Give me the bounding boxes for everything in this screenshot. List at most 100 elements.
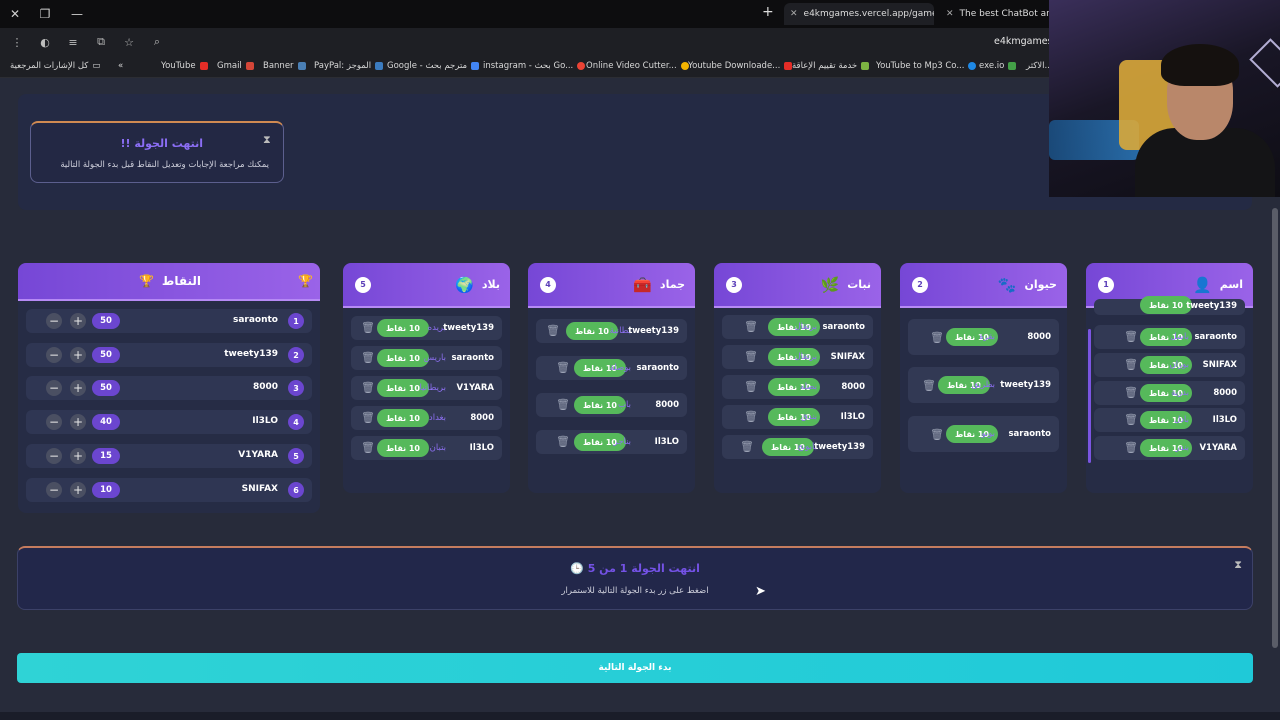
answer-row: 🗑 10 نقاط باب 8000: [536, 393, 687, 417]
close-window-icon[interactable]: ✕: [0, 0, 30, 28]
bookmark-youtube[interactable]: YouTube: [161, 61, 208, 71]
points-badge[interactable]: 10 نقاط: [377, 349, 429, 367]
answer-row: 🗑 10 نقاط بريده tweety139: [351, 316, 502, 340]
trash-icon[interactable]: 🗑: [1124, 386, 1138, 399]
trash-icon[interactable]: 🗑: [556, 361, 570, 374]
score-value: 15: [92, 448, 120, 464]
points-badge[interactable]: 10 نقاط: [377, 319, 429, 337]
answer-player: V1YARA: [1199, 443, 1237, 453]
restore-window-icon[interactable]: ❐: [30, 0, 60, 28]
bookmark-banner[interactable]: Banner: [263, 61, 306, 71]
score-row: − + 15 V1YARA 5: [26, 444, 312, 468]
increase-score-button[interactable]: +: [70, 482, 86, 498]
points-badge[interactable]: 10 نقاط: [377, 409, 429, 427]
bookmark-exe-io[interactable]: exe.io: [979, 61, 1017, 71]
score-value: 50: [92, 347, 120, 363]
bookmark-star-icon[interactable]: ☆: [118, 31, 140, 53]
trash-icon[interactable]: 🗑: [546, 324, 560, 337]
increase-score-button[interactable]: +: [70, 313, 86, 329]
bookmark-all[interactable]: كل الإشارات المرجعية ▭: [10, 61, 100, 71]
bottom-strip: [0, 712, 1280, 720]
bookmark-instagram[interactable]: instagram - بحث Go...: [483, 61, 586, 71]
trash-icon[interactable]: 🗑: [744, 350, 758, 363]
points-badge[interactable]: 10 نقاط: [377, 439, 429, 457]
bookmark-paypal[interactable]: PayPal: الموجز: [314, 61, 384, 71]
scroll-indicator[interactable]: [1088, 329, 1091, 463]
decrease-score-button[interactable]: −: [46, 347, 62, 363]
answer-player: Il3LO: [469, 443, 494, 453]
tab-e4kmgames[interactable]: ✕ e4kmgames.vercel.app/games/: [784, 3, 934, 25]
answer-word: برتقال: [794, 352, 818, 362]
increase-score-button[interactable]: +: [70, 347, 86, 363]
decrease-score-button[interactable]: −: [46, 380, 62, 396]
close-tab-icon[interactable]: ✕: [946, 9, 954, 19]
profile-icon[interactable]: ◐: [34, 31, 56, 53]
trash-icon[interactable]: 🗑: [1124, 330, 1138, 343]
trash-icon[interactable]: 🗑: [922, 379, 936, 392]
trash-icon[interactable]: 🗑: [1124, 441, 1138, 454]
category-title: جماد: [659, 278, 685, 291]
trash-icon[interactable]: 🗑: [930, 428, 944, 441]
bookmarks-overflow-icon[interactable]: «: [118, 61, 123, 71]
increase-score-button[interactable]: +: [70, 448, 86, 464]
bookmark-video-cutter[interactable]: Online Video Cutter...: [586, 61, 689, 71]
bookmark-disability-service[interactable]: خدمة تقييم الإعاقة: [792, 61, 870, 71]
rank-badge: 1: [288, 313, 304, 329]
bookmark-youtube-mp3[interactable]: YouTube to Mp3 Co...: [876, 61, 977, 71]
increase-score-button[interactable]: +: [70, 414, 86, 430]
category-column-thing: 4 جماد 🧰 🗑 10 نقاط بطانية tweety139 🗑 10 …: [528, 263, 695, 493]
trash-icon[interactable]: 🗑: [361, 381, 375, 394]
rank-badge: 6: [288, 482, 304, 498]
answer-word: بوبو: [981, 429, 995, 439]
bookmark-google-translate[interactable]: Google - مترجم بحث: [387, 61, 480, 71]
close-tab-icon[interactable]: ✕: [790, 9, 798, 19]
mouse-cursor-icon: ➤: [755, 584, 766, 599]
category-number: 2: [912, 276, 928, 293]
category-number: 5: [355, 276, 371, 293]
category-column-name: 1 اسم 👤 10 نقاط tweety139 🗑 10 نقاط باسل …: [1086, 263, 1253, 493]
trash-icon[interactable]: 🗑: [740, 440, 754, 453]
points-badge[interactable]: 10 نقاط: [1140, 296, 1192, 314]
search-icon[interactable]: ⌕: [146, 31, 168, 53]
score-row: − + 50 saraonto 1: [26, 309, 312, 333]
extensions-icon[interactable]: ⧉: [90, 31, 112, 53]
new-tab-button[interactable]: +: [762, 4, 774, 20]
bookmark-youtube-downloader[interactable]: Youtube Downloade...: [688, 61, 793, 71]
menu-dots-icon[interactable]: ⋮: [6, 31, 28, 53]
trash-icon[interactable]: 🗑: [1124, 358, 1138, 371]
increase-score-button[interactable]: +: [70, 380, 86, 396]
minimize-window-icon[interactable]: —: [62, 0, 92, 28]
start-next-round-button[interactable]: بدء الجولة التالية: [17, 653, 1253, 683]
paw-icon: 🐾: [997, 275, 1017, 294]
answer-player: saraonto: [822, 322, 865, 332]
trash-icon[interactable]: 🗑: [556, 435, 570, 448]
tab-chatbot[interactable]: ✕ The best ChatBot and Wi: [940, 3, 1050, 25]
media-controls-icon[interactable]: ≡: [62, 31, 84, 53]
answer-row: 🗑 10 نقاط بادل Il3LO: [1094, 408, 1245, 432]
trash-icon[interactable]: 🗑: [744, 410, 758, 423]
decrease-score-button[interactable]: −: [46, 414, 62, 430]
trash-icon[interactable]: 🗑: [930, 331, 944, 344]
decrease-score-button[interactable]: −: [46, 482, 62, 498]
trophy-icon: 🏆: [138, 274, 154, 288]
answer-player: SNIFAX: [830, 352, 865, 362]
trash-icon[interactable]: 🗑: [744, 320, 758, 333]
trash-icon[interactable]: 🗑: [361, 321, 375, 334]
leaf-icon: 🌿: [820, 275, 840, 294]
page-scrollbar[interactable]: [1272, 208, 1278, 648]
player-name: Il3LO: [252, 416, 278, 426]
player-name: 8000: [252, 382, 278, 392]
trash-icon[interactable]: 🗑: [744, 380, 758, 393]
trash-icon[interactable]: 🗑: [361, 351, 375, 364]
trash-icon[interactable]: 🗑: [361, 411, 375, 424]
trash-icon[interactable]: 🗑: [1124, 413, 1138, 426]
answer-player: 8000: [1027, 332, 1051, 342]
trash-icon[interactable]: 🗑: [361, 441, 375, 454]
decrease-score-button[interactable]: −: [46, 313, 62, 329]
answer-row: 🗑 10 نقاط بغداد 8000: [351, 406, 502, 430]
trash-icon[interactable]: 🗑: [556, 398, 570, 411]
bookmark-gmail[interactable]: Gmail: [217, 61, 254, 71]
answer-player: 8000: [655, 400, 679, 410]
decrease-score-button[interactable]: −: [46, 448, 62, 464]
answer-row: 🗑 10 نقاط بدرية 8000: [1094, 381, 1245, 405]
